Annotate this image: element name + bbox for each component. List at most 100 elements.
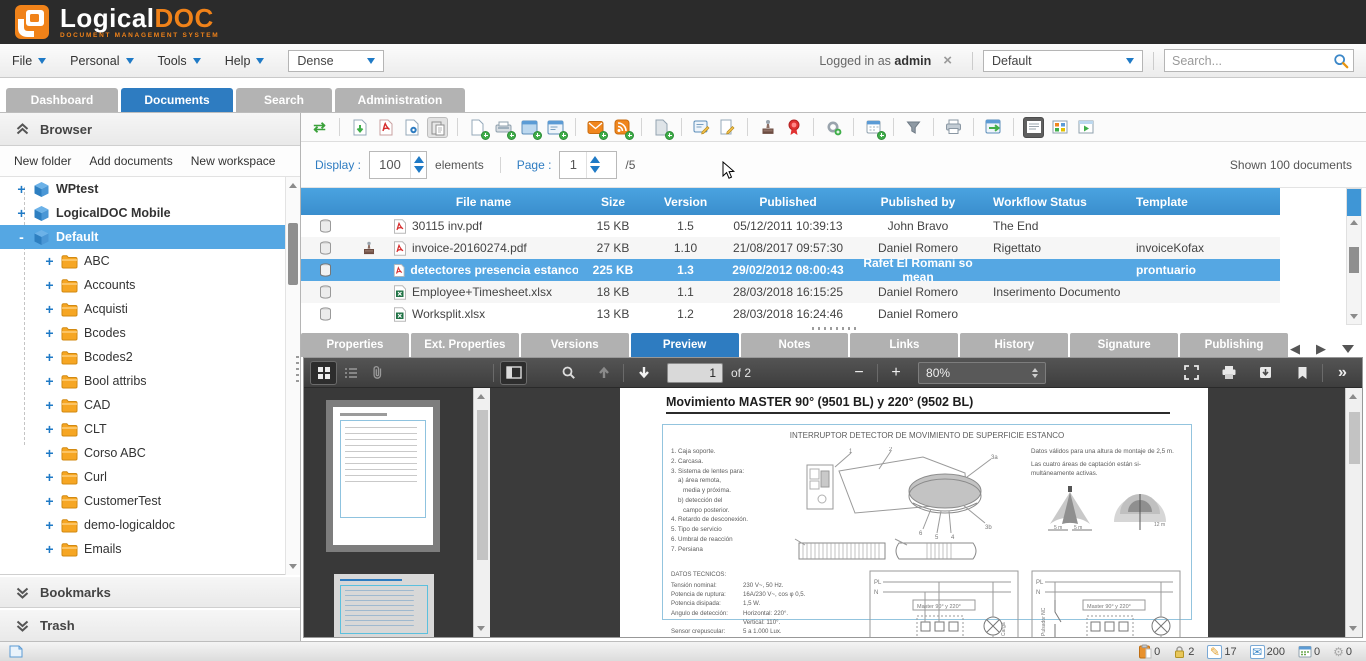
add-browser-document-icon[interactable] <box>519 117 540 138</box>
viewer-page-input[interactable] <box>667 363 723 383</box>
scroll-down-icon[interactable] <box>1350 314 1358 319</box>
expand-icon[interactable]: + <box>44 326 55 340</box>
scroll-up-icon[interactable] <box>1349 394 1357 399</box>
tab-signature[interactable]: Signature <box>1070 333 1178 357</box>
find-in-document-icon[interactable] <box>555 361 582 385</box>
tree-item-customertest[interactable]: +CustomerTest <box>0 489 300 513</box>
scroll-up-icon[interactable] <box>289 183 297 188</box>
viewer-download-icon[interactable] <box>1252 361 1279 385</box>
tree-item-logicaldoc-mobile[interactable]: + LogicalDOC Mobile <box>0 201 300 225</box>
new-folder-button[interactable]: New folder <box>14 154 71 168</box>
expand-icon[interactable]: + <box>44 542 55 556</box>
clipboard-count[interactable]: 0 <box>1138 644 1160 659</box>
expand-icon[interactable]: + <box>44 518 55 532</box>
add-alias-icon[interactable] <box>651 117 672 138</box>
signature-seal-icon[interactable] <box>783 117 804 138</box>
page-input[interactable] <box>560 152 586 178</box>
step-down-icon[interactable] <box>414 166 424 173</box>
menu-tools[interactable]: Tools <box>158 54 201 68</box>
thumbnails-view-icon[interactable] <box>310 361 337 385</box>
new-workspace-button[interactable]: New workspace <box>191 154 276 168</box>
scrollbar-thumb[interactable] <box>1349 247 1359 273</box>
tab-administration[interactable]: Administration <box>335 88 465 112</box>
viewer-scrollbar[interactable] <box>1345 388 1362 637</box>
start-workflow-icon[interactable] <box>823 117 844 138</box>
edit-document-icon[interactable] <box>717 117 738 138</box>
bookmark-icon[interactable] <box>1289 361 1316 385</box>
tree-item-curl[interactable]: +Curl <box>0 465 300 489</box>
tab-scroll-right-icon[interactable]: ▶ <box>1316 341 1326 357</box>
menu-file[interactable]: File <box>12 54 46 68</box>
page-thumbnail-2[interactable] <box>334 574 434 638</box>
tree-item-demo-logicaldoc[interactable]: +demo-logicaldoc <box>0 513 300 537</box>
events-count[interactable]: 0 <box>1298 645 1320 658</box>
collapse-up-icon[interactable] <box>16 123 29 135</box>
tab-documents[interactable]: Documents <box>121 88 233 112</box>
tab-versions[interactable]: Versions <box>521 333 629 357</box>
expand-down-icon[interactable] <box>16 620 29 632</box>
outline-view-icon[interactable] <box>337 361 364 385</box>
messages-count[interactable]: ✉ 200 <box>1250 645 1285 659</box>
scan-document-icon[interactable] <box>493 117 514 138</box>
refresh-icon[interactable]: ⇄ <box>309 117 330 138</box>
pdf-canvas[interactable]: Movimiento MASTER 90° (9501 BL) y 220° (… <box>490 388 1362 637</box>
add-calendar-event-icon[interactable] <box>863 117 884 138</box>
email-add-icon[interactable] <box>585 117 606 138</box>
panel-collapse-icon[interactable] <box>1342 345 1354 353</box>
add-form-icon[interactable] <box>545 117 566 138</box>
scroll-up-icon[interactable] <box>1350 220 1358 225</box>
scrollbar-thumb[interactable] <box>1349 412 1360 464</box>
zoom-level-select[interactable]: 80% <box>918 362 1046 384</box>
page-stepper[interactable] <box>559 151 617 179</box>
col-size[interactable]: Size <box>578 195 648 209</box>
col-file-name[interactable]: File name <box>389 195 578 209</box>
display-count-stepper[interactable] <box>369 151 427 179</box>
export-grid-icon[interactable] <box>983 117 1004 138</box>
step-up-icon[interactable] <box>414 156 424 163</box>
tree-scrollbar[interactable] <box>285 177 300 575</box>
tree-item-accounts[interactable]: +Accounts <box>0 273 300 297</box>
tree-item-bool-attribs[interactable]: +Bool attribs <box>0 369 300 393</box>
tab-publishing[interactable]: Publishing <box>1180 333 1288 357</box>
table-row[interactable]: Worksplit.xlsx 13 KB 1.2 28/03/2018 16:2… <box>301 303 1280 325</box>
tree-item-corso-abc[interactable]: +Corso ABC <box>0 441 300 465</box>
expand-icon[interactable]: + <box>44 278 55 292</box>
tree-item-wptest[interactable]: + WPtest <box>0 177 300 201</box>
locked-documents-count[interactable]: 2 <box>1173 645 1194 659</box>
col-version[interactable]: Version <box>648 195 723 209</box>
tree-item-bcodes2[interactable]: +Bcodes2 <box>0 345 300 369</box>
next-page-icon[interactable] <box>630 361 657 385</box>
tree-item-clt[interactable]: +CLT <box>0 417 300 441</box>
menu-help[interactable]: Help <box>225 54 265 68</box>
tab-history[interactable]: History <box>960 333 1068 357</box>
search-icon[interactable] <box>1333 52 1349 70</box>
tree-item-abc[interactable]: +ABC <box>0 249 300 273</box>
col-template[interactable]: Template <box>1128 195 1280 209</box>
expand-icon[interactable]: + <box>44 398 55 412</box>
search-input[interactable] <box>1172 54 1333 68</box>
view-slideshow-icon[interactable] <box>1075 117 1096 138</box>
more-tools-icon[interactable]: » <box>1329 361 1356 385</box>
pdf-export-icon[interactable] <box>375 117 396 138</box>
tree-item-cad[interactable]: +CAD <box>0 393 300 417</box>
clipboard-paste-icon[interactable] <box>427 117 448 138</box>
bookmarks-section-header[interactable]: Bookmarks <box>0 575 300 608</box>
col-workflow-status[interactable]: Workflow Status <box>983 195 1128 209</box>
thumbnail-scrollbar[interactable] <box>473 388 490 637</box>
trash-section-header[interactable]: Trash <box>0 608 300 641</box>
tab-links[interactable]: Links <box>850 333 958 357</box>
density-select[interactable]: Dense <box>288 50 384 72</box>
previous-page-icon[interactable] <box>590 361 617 385</box>
expand-icon[interactable]: + <box>16 182 27 196</box>
expand-icon[interactable]: + <box>44 254 55 268</box>
menu-personal[interactable]: Personal <box>70 54 133 68</box>
expand-icon[interactable]: + <box>44 302 55 316</box>
expand-icon[interactable]: + <box>16 206 27 220</box>
expand-icon[interactable]: + <box>44 446 55 460</box>
step-down-icon[interactable] <box>590 166 600 173</box>
tab-search[interactable]: Search <box>236 88 332 112</box>
expand-icon[interactable]: + <box>44 350 55 364</box>
add-document-icon[interactable] <box>467 117 488 138</box>
stamp-icon[interactable] <box>757 117 778 138</box>
workflows-count[interactable]: ⚙ 0 <box>1333 645 1352 659</box>
